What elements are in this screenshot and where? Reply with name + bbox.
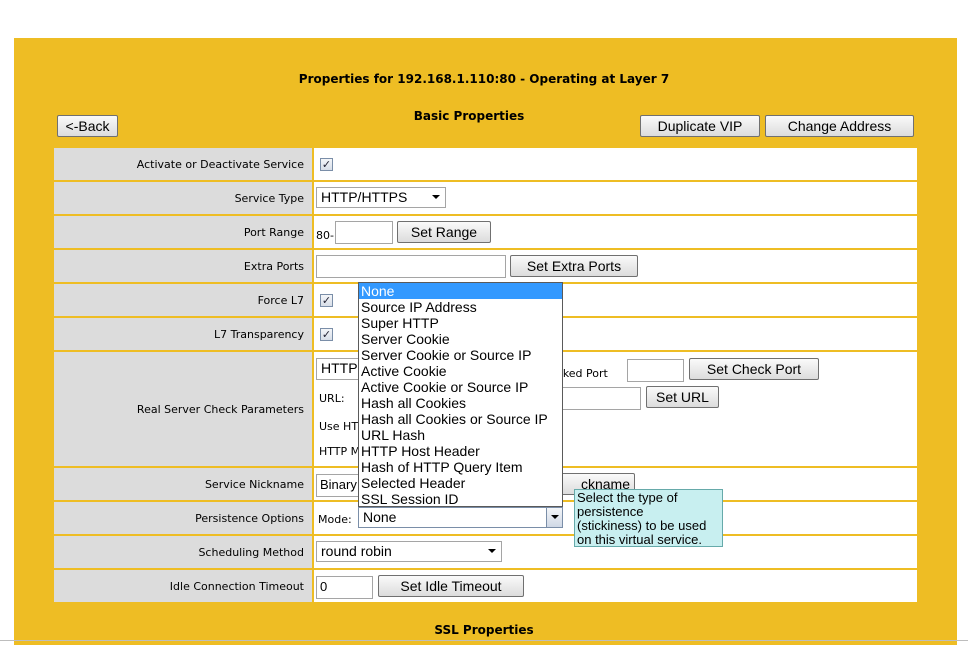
extra-ports-input[interactable] — [316, 255, 506, 278]
back-button[interactable]: <-Back — [57, 115, 118, 137]
row-service-type: Service Type HTTP/HTTPS — [54, 182, 917, 214]
ssl-properties-heading: SSL Properties — [434, 623, 534, 637]
http-method-label: HTTP M — [319, 445, 361, 458]
l7-transparency-label: L7 Transparency — [54, 318, 312, 350]
persistence-option[interactable]: None — [359, 283, 562, 299]
row-extra-ports: Extra Ports Set Extra Ports — [54, 250, 917, 282]
set-url-button[interactable]: Set URL — [646, 386, 719, 408]
idle-timeout-input[interactable]: 0 — [316, 576, 373, 599]
row-scheduling: Scheduling Method round robin — [54, 536, 917, 568]
page-title: Properties for 192.168.1.110:80 - Operat… — [298, 72, 670, 86]
port-range-prefix: 80- — [316, 229, 334, 242]
extra-ports-label: Extra Ports — [54, 250, 312, 282]
real-server-check-label: Real Server Check Parameters — [54, 352, 312, 466]
change-address-button[interactable]: Change Address — [765, 115, 914, 137]
service-type-label: Service Type — [54, 182, 312, 214]
url-label: URL: — [319, 392, 345, 405]
persistence-option[interactable]: URL Hash — [359, 427, 562, 443]
persistence-option[interactable]: Source IP Address — [359, 299, 562, 315]
activate-checkbox[interactable]: ✓ — [320, 158, 333, 171]
persistence-option[interactable]: Active Cookie or Source IP — [359, 379, 562, 395]
scheduling-select[interactable]: round robin — [316, 541, 502, 562]
activate-label: Activate or Deactivate Service — [54, 148, 312, 180]
force-l7-checkbox[interactable]: ✓ — [320, 294, 333, 307]
l7-transparency-checkbox[interactable]: ✓ — [320, 328, 333, 341]
port-range-label: Port Range — [54, 216, 312, 248]
set-extra-ports-button[interactable]: Set Extra Ports — [510, 255, 638, 277]
persistence-mode-select[interactable]: None — [358, 507, 563, 528]
scheduling-label: Scheduling Method — [54, 536, 312, 568]
force-l7-label: Force L7 — [54, 284, 312, 316]
mode-label: Mode: — [318, 513, 352, 526]
idle-timeout-label: Idle Connection Timeout — [54, 570, 312, 602]
service-nickname-label: Service Nickname — [54, 468, 312, 500]
persistence-option[interactable]: Server Cookie — [359, 331, 562, 347]
persistence-tooltip: Select the type of persistence (stickine… — [574, 489, 723, 547]
persistence-dropdown-list: None Source IP Address Super HTTP Server… — [358, 282, 563, 507]
persistence-option[interactable]: Hash of HTTP Query Item — [359, 459, 562, 475]
chevron-down-icon — [432, 195, 440, 199]
duplicate-vip-button[interactable]: Duplicate VIP — [640, 115, 760, 137]
persistence-option[interactable]: Super HTTP — [359, 315, 562, 331]
set-check-port-button[interactable]: Set Check Port — [689, 358, 819, 380]
chevron-down-icon[interactable] — [546, 508, 562, 527]
divider — [0, 640, 968, 641]
use-http-label: Use HT — [319, 420, 359, 433]
persistence-option[interactable]: SSL Session ID — [359, 491, 562, 507]
persistence-option[interactable]: HTTP Host Header — [359, 443, 562, 459]
persistence-option[interactable]: Server Cookie or Source IP — [359, 347, 562, 363]
checked-port-input[interactable] — [627, 359, 684, 382]
port-range-input[interactable] — [335, 221, 393, 244]
persistence-option[interactable]: Hash all Cookies — [359, 395, 562, 411]
set-idle-timeout-button[interactable]: Set Idle Timeout — [378, 575, 524, 597]
row-idle-timeout: Idle Connection Timeout 0 Set Idle Timeo… — [54, 570, 917, 602]
persistence-label: Persistence Options — [54, 502, 312, 534]
service-type-select[interactable]: HTTP/HTTPS — [316, 187, 446, 208]
row-activate: Activate or Deactivate Service ✓ — [54, 148, 917, 180]
set-range-button[interactable]: Set Range — [397, 221, 491, 243]
chevron-down-icon — [488, 549, 496, 553]
persistence-option[interactable]: Hash all Cookies or Source IP — [359, 411, 562, 427]
persistence-option[interactable]: Active Cookie — [359, 363, 562, 379]
row-port-range: Port Range 80- Set Range — [54, 216, 917, 248]
persistence-option[interactable]: Selected Header — [359, 475, 562, 491]
